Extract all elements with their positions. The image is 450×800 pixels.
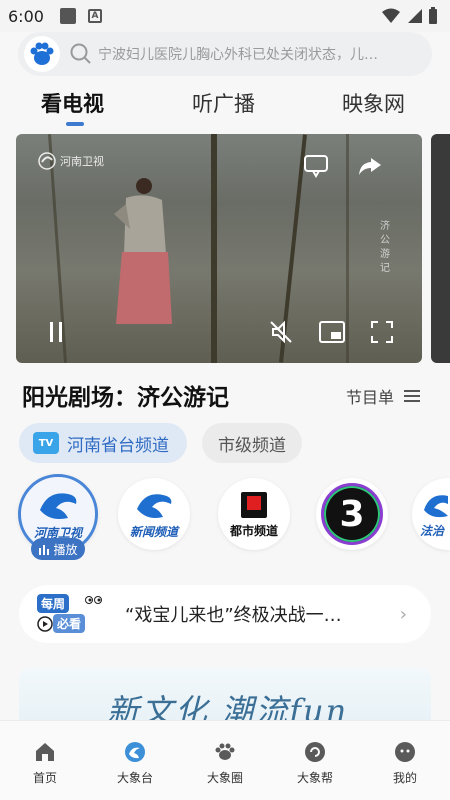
channel-city[interactable]: 都市频道	[218, 478, 290, 550]
promo-banner[interactable]: 新文化 潮流fun	[19, 668, 431, 728]
category-provincial[interactable]: TV 河南省台频道	[19, 423, 187, 463]
news-channel-logo-icon	[137, 493, 172, 518]
pause-button[interactable]	[42, 318, 70, 346]
message-icon	[304, 155, 328, 178]
notification-icon	[59, 8, 76, 24]
mute-icon	[270, 320, 292, 344]
help-icon	[305, 742, 325, 762]
playing-badge: 播放	[31, 538, 85, 560]
program-title: 阳光剧场：济公游记	[22, 384, 229, 411]
category-label: 河南省台频道	[67, 435, 169, 456]
screen-cast-button[interactable]	[302, 152, 330, 180]
next-video-peek[interactable]	[431, 134, 450, 363]
pause-icon	[50, 322, 62, 342]
status-time: 6:00	[8, 6, 44, 26]
eyes-icon	[85, 596, 102, 604]
weekly-badge: 每周 必看	[37, 594, 103, 634]
tab-watch-tv[interactable]: 看电视	[41, 88, 104, 118]
channel-law[interactable]: 法治	[412, 478, 450, 550]
nav-home[interactable]: 首页	[0, 721, 90, 800]
paw-logo-icon[interactable]	[24, 36, 60, 72]
chevron-right-icon: ›	[399, 603, 407, 625]
search-input[interactable]: 宁波妇儿医院儿胸心外科已处关闭状态，儿…	[98, 44, 418, 64]
category-label: 市级频道	[218, 435, 286, 456]
weekly-badge-bottom: 必看	[53, 614, 86, 633]
channel-news[interactable]: 新闻频道	[118, 478, 190, 550]
wifi-icon	[382, 8, 400, 23]
profile-icon	[395, 742, 415, 762]
equalizer-icon	[39, 545, 50, 555]
daxiangtai-icon	[125, 742, 145, 762]
channel-3-logo-icon: 3	[321, 483, 383, 545]
paw-icon	[215, 743, 235, 760]
fullscreen-button[interactable]	[368, 318, 396, 346]
tv-icon: TV	[33, 432, 59, 454]
app-notification-icon: A	[87, 9, 102, 23]
status-bar: 6:00 A	[0, 0, 450, 32]
category-city[interactable]: 市级频道	[202, 423, 302, 463]
menu-icon	[404, 390, 421, 402]
search-bar[interactable]: 宁波妇儿医院儿胸心外科已处关闭状态，儿…	[18, 32, 432, 76]
nav-daxiangquan[interactable]: 大象圈	[180, 721, 270, 800]
video-player[interactable]: 河南卫视 济公游记	[16, 134, 422, 363]
top-tabs: 看电视 听广播 映象网	[0, 82, 450, 130]
nav-daxiangbang[interactable]: 大象帮	[270, 721, 360, 800]
schedule-button[interactable]: 节目单	[346, 384, 421, 408]
picture-in-picture-icon	[319, 321, 345, 343]
henan-logo-icon	[38, 152, 56, 170]
play-circle-icon	[37, 616, 53, 632]
law-channel-logo-icon	[424, 494, 448, 517]
weekly-text: “戏宝儿来也”终极决战一…	[125, 605, 342, 626]
mute-button[interactable]	[268, 318, 296, 346]
channel-3[interactable]: 3	[316, 478, 388, 550]
share-button[interactable]	[356, 152, 384, 180]
share-icon	[359, 158, 381, 175]
pip-button[interactable]	[318, 318, 346, 346]
signal-icon	[408, 9, 422, 23]
video-figure	[114, 178, 172, 324]
weekly-badge-top: 每周	[37, 594, 70, 613]
city-channel-logo-icon	[241, 491, 267, 518]
battery-icon	[429, 7, 437, 24]
bottom-nav: 首页 大象台 大象圈 大象帮 我的	[0, 720, 450, 800]
henan-tv-logo-icon	[40, 492, 77, 519]
home-icon	[36, 743, 54, 761]
tab-yingxiang[interactable]: 映象网	[342, 88, 405, 118]
channel-watermark: 河南卫视	[38, 152, 104, 170]
nav-mine[interactable]: 我的	[360, 721, 450, 800]
video-caption: 济公游记	[380, 221, 390, 274]
weekly-recommend[interactable]: 每周 必看 “戏宝儿来也”终极决战一… ›	[19, 585, 431, 643]
nav-daxiangtai[interactable]: 大象台	[90, 721, 180, 800]
schedule-label: 节目单	[346, 388, 395, 407]
tab-indicator	[66, 122, 84, 126]
fullscreen-icon	[371, 321, 393, 343]
tab-radio[interactable]: 听广播	[192, 88, 255, 118]
search-icon	[70, 43, 91, 64]
